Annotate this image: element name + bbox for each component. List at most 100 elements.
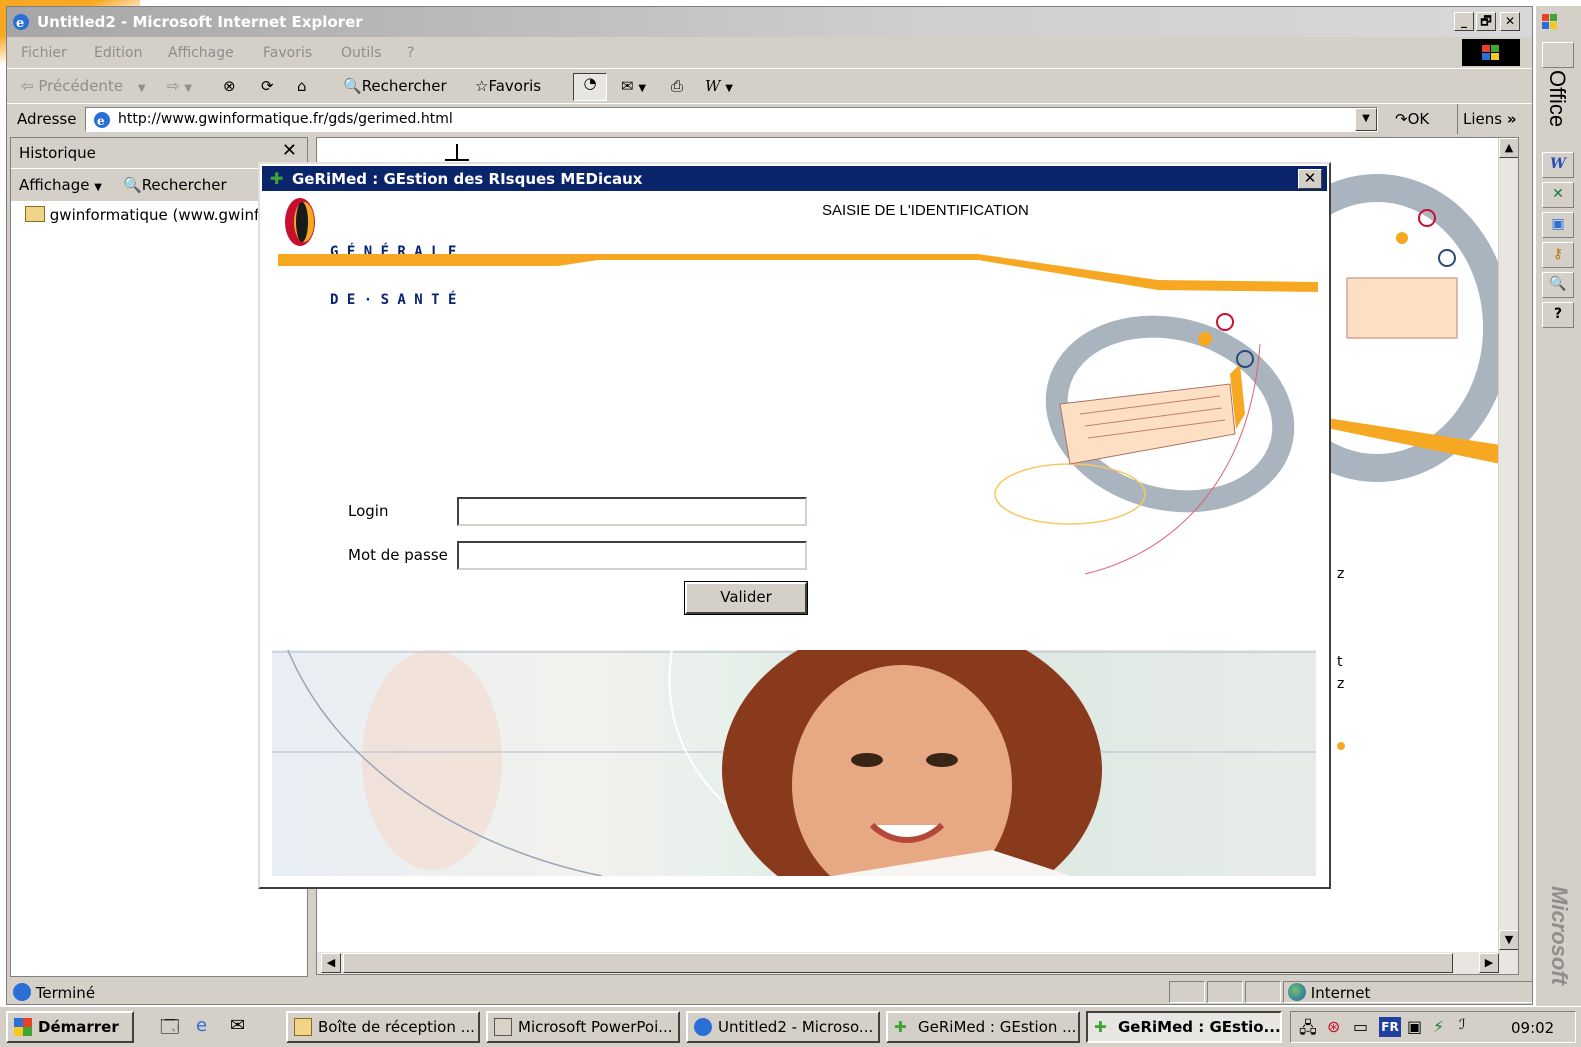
antivirus-icon[interactable]: ⊛ [1327,1017,1340,1036]
back-arrow-icon: ⇦ [21,77,34,95]
search-icon: 🔍 [123,176,142,194]
chevron-right-icon: » [1506,110,1517,128]
task-gerimed-1[interactable]: ✚ GeRiMed : GEstion ... [886,1011,1080,1043]
word-icon[interactable]: W [1542,152,1574,178]
favorites-button[interactable]: ☆Favoris [475,77,541,95]
outlook-quicklaunch-icon[interactable]: ✉ [230,1015,245,1036]
banner-photo [272,650,1316,876]
taskbar: Démarrer 🗔 e ✉ Boîte de réception ... Mi… [0,1006,1581,1047]
password-label: Mot de passe [348,546,448,564]
menu-fichier[interactable]: Fichier [21,45,67,61]
activity-icon[interactable]: ⚡ [1433,1017,1444,1036]
language-indicator[interactable]: FR [1379,1017,1401,1037]
validate-button[interactable]: Valider [684,581,808,615]
refresh-icon[interactable]: ⟳ [261,77,274,95]
orange-swoosh-band [278,254,1318,292]
task-inbox[interactable]: Boîte de réception ... [286,1011,480,1043]
app-tray-icon[interactable]: ℐ [1459,1017,1466,1033]
menu-affichage[interactable]: Affichage [168,45,234,61]
stop-icon[interactable]: ⊗ [223,77,236,95]
standard-toolbar: ⇦ Précédente ▼ ⇨ ▼ ⊗ ⟳ ⌂ 🔍Rechercher ☆Fa… [7,70,1532,104]
security-zone-label: Internet [1310,984,1371,1002]
scroll-down-icon[interactable]: ▼ [1499,930,1518,950]
back-button[interactable]: ⇦ Précédente ▼ [21,77,146,95]
show-desktop-icon[interactable]: 🗔 [160,1015,180,1045]
folder-icon [25,206,45,222]
security-zone: Internet [1283,981,1532,1003]
task-gerimed-2-label: GeRiMed : GEstio... [1118,1018,1281,1036]
windows-flag-icon [14,1018,32,1036]
task-gerimed-2[interactable]: ✚ GeRiMed : GEstio... [1086,1011,1282,1043]
history-item[interactable]: gwinformatique (www.gwinf [25,206,259,224]
window-titlebar[interactable]: e Untitled2 - Microsoft Internet Explore… [7,7,1532,37]
task-powerpoint-label: Microsoft PowerPoi... [518,1018,673,1036]
menu-outils[interactable]: Outils [341,45,381,61]
forward-button[interactable]: ⇨ ▼ [167,77,192,95]
go-button[interactable]: ↷OK [1395,110,1429,128]
find-icon[interactable]: 🔍 [1542,272,1574,298]
status-bar: Terminé Internet [7,979,1532,1004]
password-input[interactable] [457,541,807,570]
task-powerpoint[interactable]: Microsoft PowerPoi... [486,1011,680,1043]
address-url: http://www.gwinformatique.fr/gds/gerimed… [118,111,453,127]
favorites-button-label: Favoris [488,77,542,95]
history-search-button[interactable]: 🔍Rechercher [123,176,227,194]
favorites-icon: ☆ [475,77,489,95]
start-button[interactable]: Démarrer [6,1011,134,1043]
go-button-label: OK [1407,110,1430,128]
maximize-button[interactable]: 🗗 [1476,12,1496,31]
horizontal-scroll-thumb[interactable] [343,953,1453,973]
scroll-right-icon[interactable]: ▶ [1479,953,1499,973]
system-tray: 🖧 ⊛ ▭ FR ▣ ⚡ ℐ 09:02 [1290,1011,1576,1043]
office-menu-icon[interactable] [1542,42,1574,68]
menu-edition[interactable]: Edition [94,45,142,61]
outlook-icon[interactable]: ▣ [1542,212,1574,238]
menu-favoris[interactable]: Favoris [263,45,312,61]
dialog-title: GeRiMed : GEstion des RIsques MEDicaux [292,170,643,188]
page-heading: SAISIE DE L'IDENTIFICATION [822,202,1029,219]
close-panel-icon[interactable]: ✕ [282,140,297,161]
status-pane [1245,981,1281,1003]
search-button[interactable]: 🔍Rechercher [343,77,447,95]
monitor-icon[interactable]: ▭ [1353,1017,1368,1036]
login-input[interactable] [457,497,807,526]
links-button[interactable]: Liens » [1463,110,1517,128]
network-icon[interactable]: 🖧 [1299,1017,1317,1044]
status-pane [1207,981,1243,1003]
print-icon[interactable]: ⎙ [671,77,683,95]
vertical-scrollbar[interactable]: ▲ ▼ [1498,138,1518,974]
history-panel-title: Historique [19,144,96,162]
status-pane [1169,981,1205,1003]
horizontal-scrollbar[interactable]: ◀ ▶ [317,952,1518,974]
view-dropdown[interactable]: Affichage ▼ [19,176,102,194]
gerimed-cross-icon: ✚ [894,1018,907,1036]
mail-icon[interactable]: ✉ ▼ [621,77,646,95]
address-dropdown-icon[interactable]: ▼ [1355,108,1377,131]
gerimed-dialog: ✚ GeRiMed : GEstion des RIsques MEDicaux… [258,162,1331,889]
address-input[interactable]: e http://www.gwinformatique.fr/gds/gerim… [85,107,1378,132]
scroll-up-icon[interactable]: ▲ [1499,138,1518,158]
back-dropdown-icon[interactable]: ▼ [138,83,146,94]
excel-icon[interactable]: ✕ [1542,182,1574,208]
search-icon: 🔍 [343,77,362,95]
key-icon[interactable]: ⚷ [1542,242,1574,268]
word-edit-icon[interactable]: W ▼ [705,77,733,95]
minimize-button[interactable]: _ [1454,12,1474,31]
page-ie-icon [13,983,31,1001]
history-search-label: Rechercher [141,176,227,194]
history-button[interactable]: ◔ [573,73,607,101]
task-ie-untitled[interactable]: Untitled2 - Microso... [686,1011,880,1043]
search-button-label: Rechercher [361,77,447,95]
dialog-titlebar[interactable]: ✚ GeRiMed : GEstion des RIsques MEDicaux… [262,166,1327,191]
clock: 09:02 [1511,1019,1555,1037]
display-icon[interactable]: ▣ [1407,1017,1422,1036]
task-inbox-label: Boîte de réception ... [318,1018,475,1036]
ie-quicklaunch-icon[interactable]: e [196,1015,207,1036]
home-icon[interactable]: ⌂ [297,77,307,95]
address-label: Adresse [17,110,77,128]
scroll-left-icon[interactable]: ◀ [321,953,341,973]
help-icon[interactable]: ? [1542,302,1574,328]
close-button[interactable]: ✕ [1500,12,1520,31]
menu-help[interactable]: ? [407,45,414,61]
dialog-close-button[interactable]: ✕ [1298,169,1322,189]
